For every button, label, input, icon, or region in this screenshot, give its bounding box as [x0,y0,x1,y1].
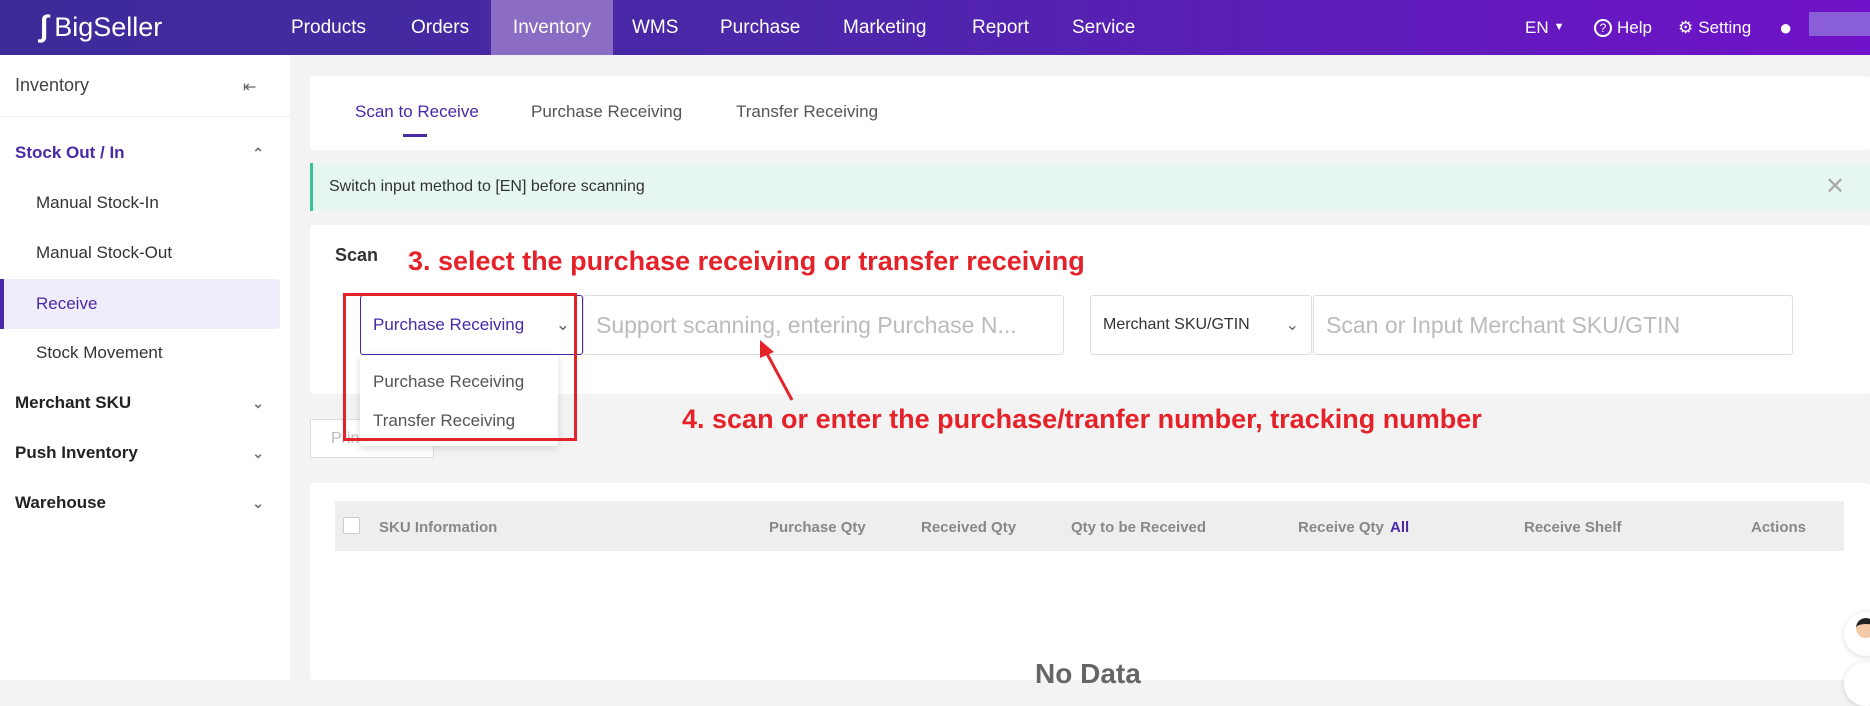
logo-icon: ∫ [40,10,49,43]
col-sku-information: SKU Information [379,519,498,536]
sidebar-group-warehouse[interactable]: Warehouse ⌄ [0,478,290,528]
nav-service[interactable]: Service [1072,0,1135,55]
chevron-up-icon: ⌃ [252,145,264,161]
gear-icon: ⚙ [1678,18,1694,37]
sku-input[interactable]: Scan or Input Merchant SKU/GTIN [1313,295,1793,355]
annotation-arrow-icon [760,340,794,401]
nav-marketing[interactable]: Marketing [843,0,926,55]
purchase-number-input[interactable]: Support scanning, entering Purchase N... [583,295,1064,355]
highlight-box [343,293,577,441]
top-nav-bar: ∫ BigSeller Products Orders Inventory WMS… [0,0,1870,55]
scan-label: Scan [335,245,379,265]
nav-products[interactable]: Products [291,0,366,55]
sidebar-item-manual-stock-in[interactable]: Manual Stock-In [0,178,290,228]
col-receive-shelf: Receive Shelf [1524,519,1622,536]
chevron-down-icon: ⌄ [1285,317,1299,334]
close-icon[interactable]: ✕ [1825,172,1845,201]
caret-down-icon: ▼ [1553,21,1565,33]
sidebar-item-receive[interactable]: Receive [0,279,280,329]
tab-transfer-receiving[interactable]: Transfer Receiving [736,102,878,122]
user-name-blurred[interactable] [1809,12,1870,36]
chevron-down-icon: ⌄ [252,445,264,461]
sidebar-item-stock-movement[interactable]: Stock Movement [0,328,290,378]
sidebar: Inventory ⇤ Stock Out / In ⌃ Manual Stock… [0,55,290,680]
sku-type-select[interactable]: Merchant SKU/GTIN ⌄ [1090,295,1312,355]
nav-orders[interactable]: Orders [411,0,469,55]
active-tab-indicator [403,134,427,137]
chevron-down-icon: ⌄ [252,495,264,511]
divider [0,116,290,117]
language-select[interactable]: EN ▼ [1525,0,1565,55]
col-receive-qty: Receive Qty [1298,519,1384,536]
help-link[interactable]: ? Help [1594,0,1652,55]
collapse-sidebar-icon[interactable]: ⇤ [243,77,256,97]
sidebar-group-merchant-sku[interactable]: Merchant SKU ⌄ [0,378,290,428]
sidebar-title: Inventory [15,75,90,95]
nav-inventory[interactable]: Inventory [491,0,613,55]
nav-report[interactable]: Report [972,0,1029,55]
setting-link[interactable]: ⚙ Setting [1678,0,1751,55]
col-actions: Actions [1751,519,1807,536]
chevron-down-icon: ⌄ [252,395,264,411]
alert-banner: Switch input method to [EN] before scann… [310,163,1870,211]
tab-purchase-receiving[interactable]: Purchase Receiving [531,102,682,122]
nav-wms[interactable]: WMS [632,0,678,55]
tab-scan-to-receive[interactable]: Scan to Receive [355,102,479,122]
annotation-step3: 3. select the purchase receiving or tran… [408,246,1085,276]
receive-qty-all-link[interactable]: All [1390,519,1409,536]
empty-state: No Data [1035,658,1141,689]
col-qty-to-be-received: Qty to be Received [1071,519,1207,536]
select-all-checkbox[interactable] [343,517,360,534]
nav-purchase[interactable]: Purchase [720,0,800,55]
logo[interactable]: ∫ BigSeller [40,10,162,44]
col-received-qty: Received Qty [921,519,1017,536]
sidebar-item-manual-stock-out[interactable]: Manual Stock-Out [0,228,290,278]
sidebar-group-push-inventory[interactable]: Push Inventory ⌄ [0,428,290,478]
col-purchase-qty: Purchase Qty [769,519,866,536]
user-icon[interactable]: ● [1779,0,1792,55]
help-icon: ? [1594,18,1612,37]
annotation-step4: 4. scan or enter the purchase/tranfer nu… [682,404,1482,434]
sidebar-group-stock-out-in[interactable]: Stock Out / In ⌃ [0,128,290,178]
